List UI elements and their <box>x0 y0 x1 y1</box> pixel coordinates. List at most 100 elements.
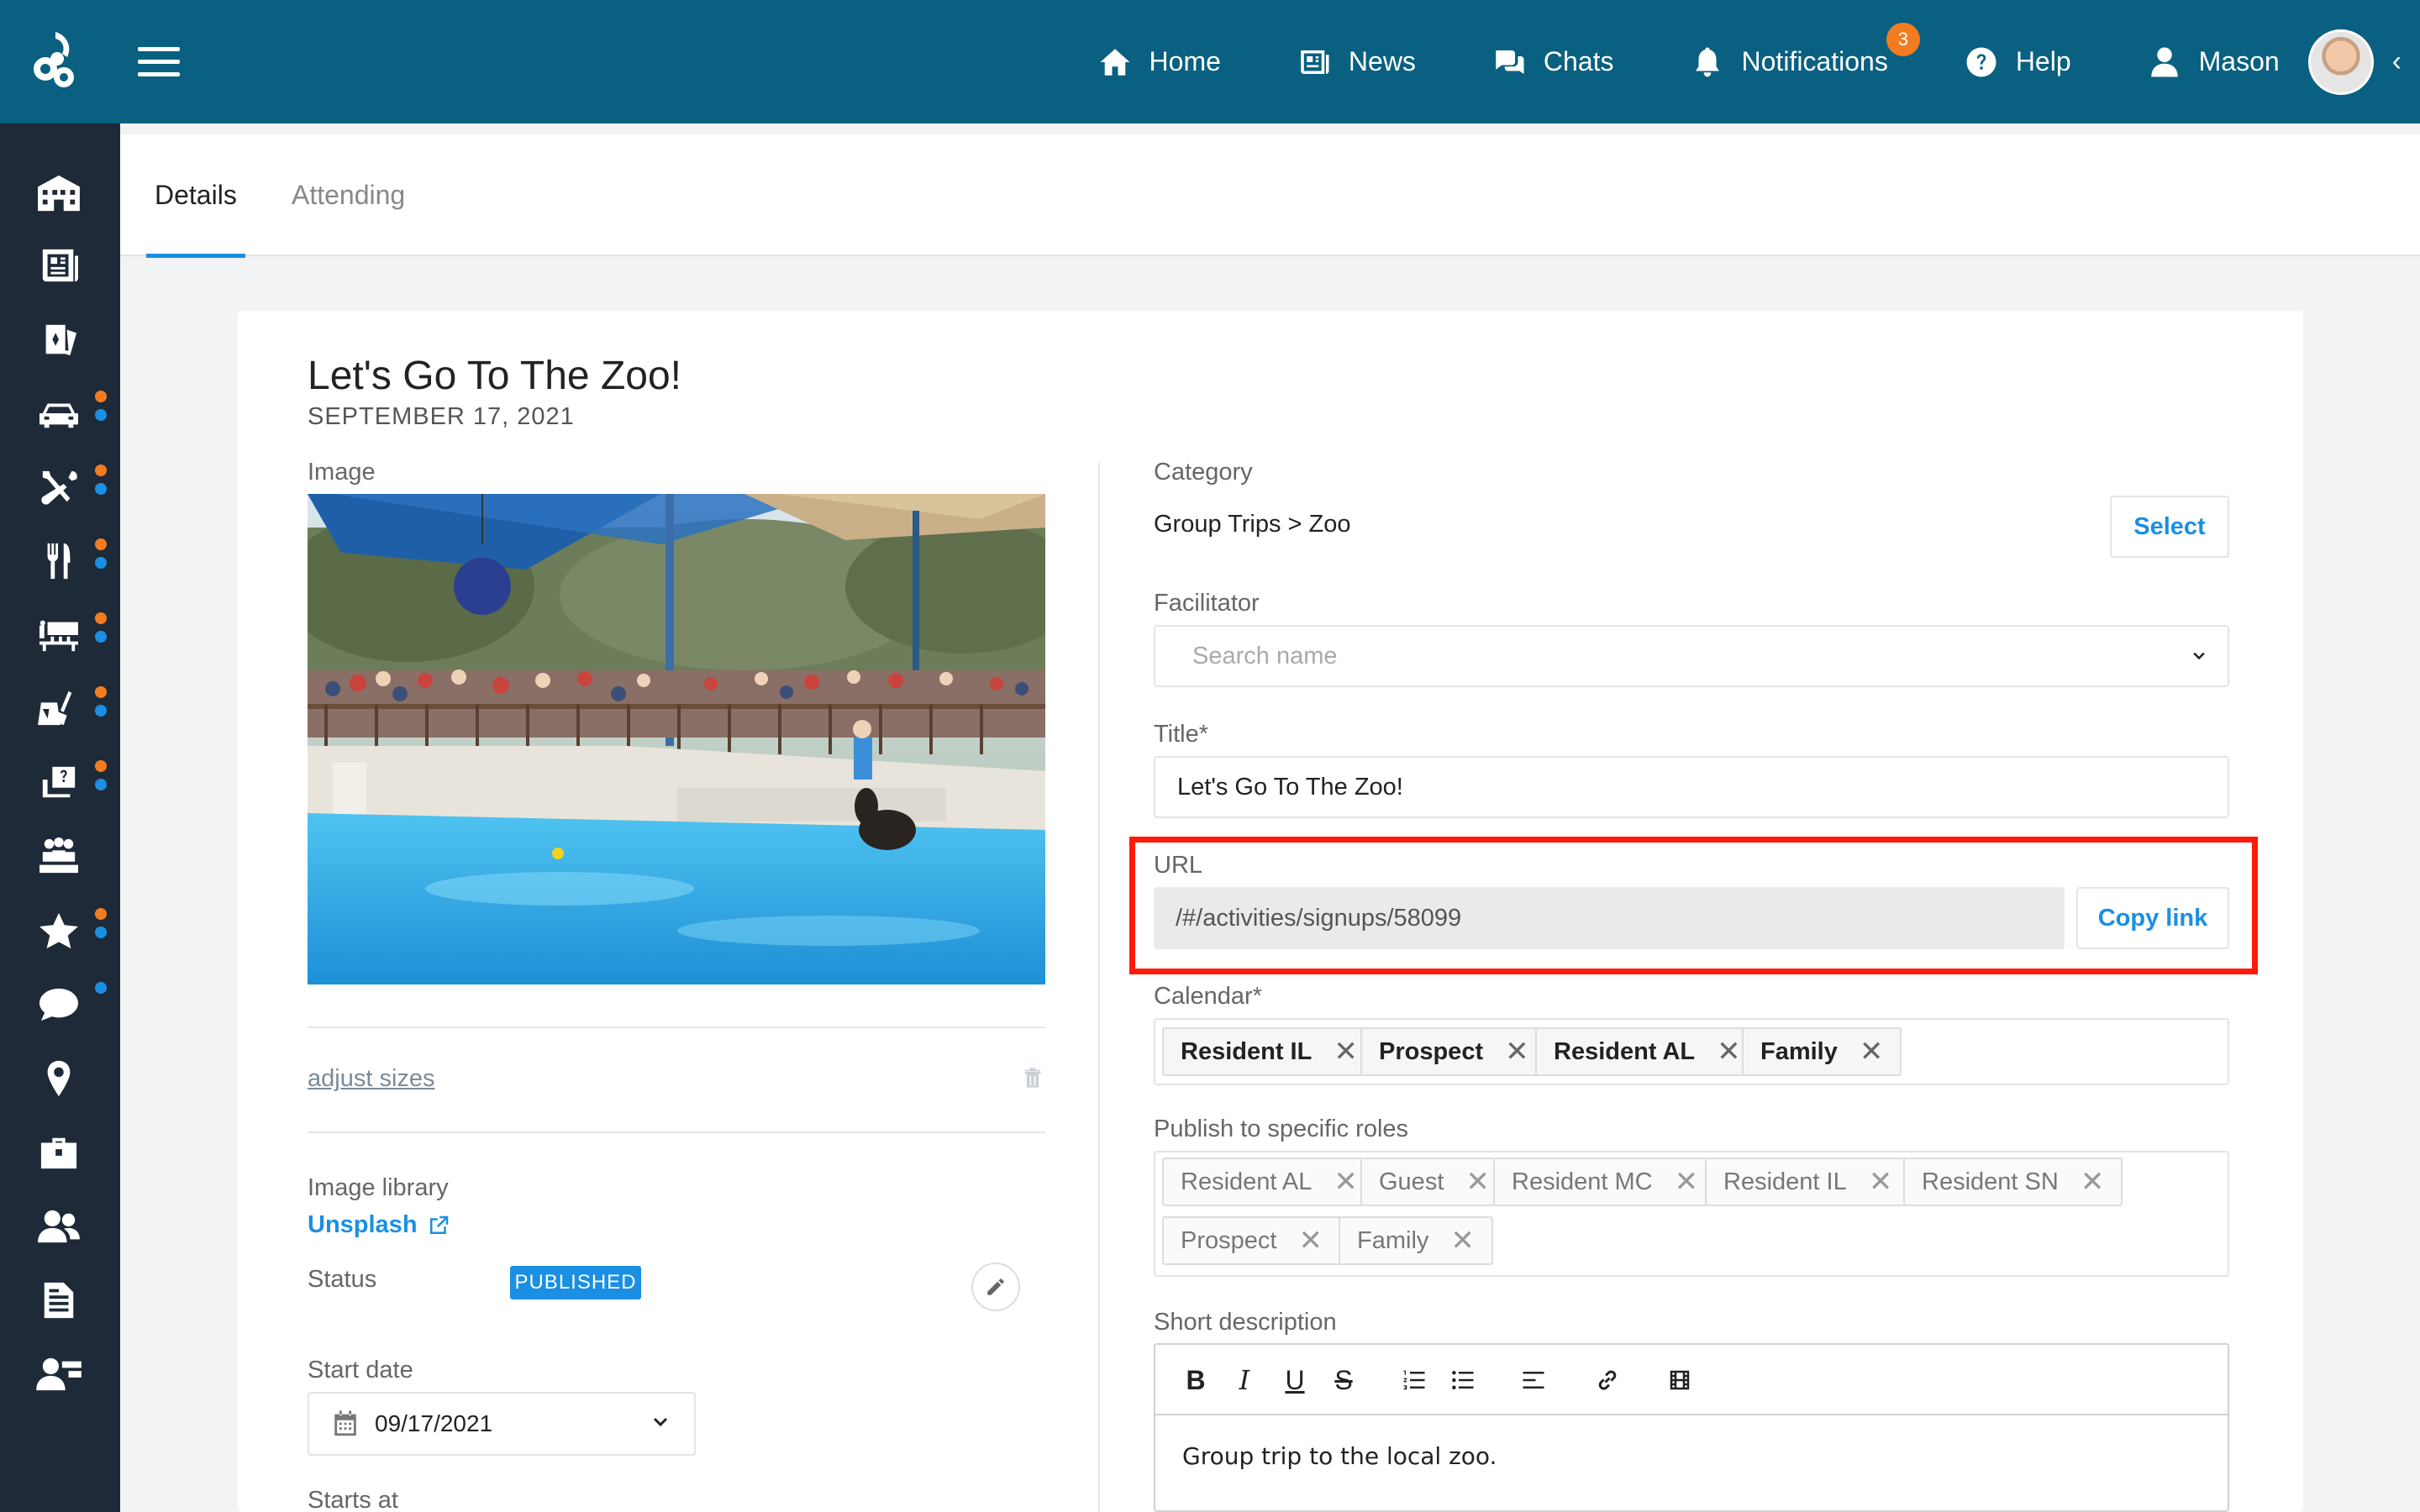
notification-dot <box>95 908 107 920</box>
calendar-tag-label: Resident IL <box>1181 1037 1313 1065</box>
nav-notifications[interactable]: Notifications 3 <box>1690 22 1920 80</box>
sidebar-item-games[interactable] <box>0 310 120 369</box>
nav-user[interactable]: Mason <box>2147 45 2280 80</box>
close-icon[interactable]: ✕ <box>1298 1224 1323 1257</box>
start-date-value: 09/17/2021 <box>375 1410 493 1436</box>
link-button[interactable] <box>1589 1362 1626 1399</box>
italic-button[interactable]: I <box>1226 1362 1263 1399</box>
nav-chats[interactable]: Chats <box>1491 45 1614 80</box>
video-button[interactable] <box>1661 1362 1698 1399</box>
tab-details[interactable]: Details <box>146 134 245 258</box>
notification-dot <box>95 686 107 698</box>
home-icon <box>1100 48 1130 76</box>
tab-attending[interactable]: Attending <box>292 134 405 256</box>
close-icon[interactable]: ✕ <box>1334 1165 1358 1199</box>
event-details-card: Let's Go To The Zoo! SEPTEMBER 17, 2021 … <box>238 311 2303 1512</box>
sidebar-item-support[interactable] <box>0 753 120 812</box>
user-card-icon <box>36 1357 82 1391</box>
avatar[interactable] <box>2307 29 2374 95</box>
divider <box>308 1026 1045 1028</box>
unsplash-link[interactable]: Unsplash <box>308 1211 451 1239</box>
short-description-editor[interactable]: B I U S Group trip to the local zoo. <box>1154 1343 2229 1512</box>
align-button[interactable] <box>1515 1362 1552 1399</box>
sidebar-item-transportation[interactable] <box>0 384 120 443</box>
top-bar: Home News Chats Notifications 3 Help Mas… <box>0 0 2420 123</box>
role-tag-label: Resident AL <box>1181 1168 1313 1195</box>
help-icon <box>1966 47 1996 76</box>
notification-dot <box>95 705 107 717</box>
sidebar-item-dining[interactable] <box>0 532 120 591</box>
bold-button[interactable]: B <box>1177 1362 1214 1399</box>
nav-help[interactable]: Help <box>1964 45 2071 80</box>
nav-home-label: Home <box>1149 46 1221 76</box>
status-badge: PUBLISHED <box>510 1266 641 1299</box>
start-date-picker[interactable]: 09/17/2021 <box>308 1392 696 1456</box>
close-icon[interactable]: ✕ <box>1334 1035 1358 1068</box>
close-icon[interactable]: ✕ <box>1505 1035 1529 1068</box>
sidebar-item-staff[interactable] <box>0 1123 120 1182</box>
sidebar-item-events[interactable] <box>0 606 120 664</box>
divider <box>308 1131 1045 1133</box>
close-icon[interactable]: ✕ <box>1860 1035 1884 1068</box>
role-tag-label: Family <box>1357 1226 1429 1254</box>
chevron-left-icon[interactable]: ‹ <box>2392 45 2402 78</box>
sidebar-item-messages[interactable] <box>0 975 120 1034</box>
close-icon[interactable]: ✕ <box>1450 1224 1475 1257</box>
sidebar-item-directory[interactable] <box>0 1345 120 1404</box>
calendar-tags-input[interactable]: Resident IL ✕ Prospect ✕ Resident AL ✕ Fami… <box>1154 1018 2229 1085</box>
notification-dot <box>95 557 107 569</box>
notification-dot <box>95 538 107 550</box>
roles-tags-input[interactable]: Resident AL ✕ Guest ✕ Resident MC ✕ Residen… <box>1154 1151 2229 1277</box>
select-category-button[interactable]: Select <box>2110 496 2229 558</box>
sidebar-item-documents[interactable] <box>0 1271 120 1330</box>
sidebar-item-maintenance[interactable] <box>0 458 120 517</box>
sidebar-item-locations[interactable] <box>0 1049 120 1108</box>
sidebar-item-favorites[interactable] <box>0 901 120 960</box>
facilitator-select[interactable]: Search name <box>1154 625 2229 687</box>
calendar-tag: Resident IL ✕ <box>1162 1027 1376 1076</box>
category-label: Category <box>1154 459 1253 486</box>
close-icon[interactable]: ✕ <box>1869 1165 1893 1199</box>
app-logo[interactable] <box>25 29 84 92</box>
sidebar-item-community[interactable] <box>0 164 120 223</box>
edit-status-button[interactable] <box>971 1263 1020 1311</box>
title-input[interactable]: Let's Go To The Zoo! <box>1154 756 2229 818</box>
calendar-icon <box>334 1410 356 1436</box>
chats-icon <box>1496 50 1524 74</box>
category-value: Group Trips > Zoo <box>1154 511 1351 538</box>
role-tag-label: Resident IL <box>1723 1168 1847 1195</box>
notification-dot <box>95 612 107 624</box>
short-description-label: Short description <box>1154 1309 1337 1336</box>
trash-icon[interactable] <box>1021 1065 1044 1090</box>
role-tag-label: Resident MC <box>1512 1168 1653 1195</box>
calendar-tag-label: Prospect <box>1379 1037 1484 1065</box>
underline-button[interactable]: U <box>1276 1362 1313 1399</box>
sidebar-item-people[interactable] <box>0 1197 120 1256</box>
sidebar-item-residents[interactable] <box>0 827 120 886</box>
close-icon[interactable]: ✕ <box>1675 1165 1699 1199</box>
notification-dot <box>95 982 107 994</box>
calendar-label: Calendar* <box>1154 983 1262 1010</box>
adjust-sizes-link[interactable]: adjust sizes <box>308 1065 435 1093</box>
calendar-tag: Resident AL ✕ <box>1535 1027 1760 1076</box>
close-icon[interactable]: ✕ <box>1465 1165 1490 1199</box>
role-tag: Guest ✕ <box>1360 1158 1508 1206</box>
strikethrough-button[interactable]: S <box>1325 1362 1362 1399</box>
nav-help-label: Help <box>2015 46 2071 76</box>
sidebar-item-news[interactable] <box>0 236 120 295</box>
cards-icon <box>45 324 77 356</box>
ordered-list-icon <box>1403 1370 1425 1390</box>
bullet-list-button[interactable] <box>1444 1362 1481 1399</box>
editor-toolbar: B I U S <box>1155 1345 2228 1415</box>
event-image[interactable] <box>308 494 1045 984</box>
nav-news[interactable]: News <box>1297 45 1416 80</box>
nav-home[interactable]: Home <box>1097 45 1221 80</box>
title-input-value: Let's Go To The Zoo! <box>1177 773 1403 801</box>
ordered-list-button[interactable] <box>1396 1362 1433 1399</box>
page-title: Let's Go To The Zoo! <box>308 354 681 398</box>
close-icon[interactable]: ✕ <box>2081 1165 2105 1199</box>
sidebar-item-housekeeping[interactable] <box>0 680 120 738</box>
menu-toggle-button[interactable] <box>138 47 180 77</box>
close-icon[interactable]: ✕ <box>1717 1035 1741 1068</box>
role-tag: Family ✕ <box>1339 1216 1493 1265</box>
